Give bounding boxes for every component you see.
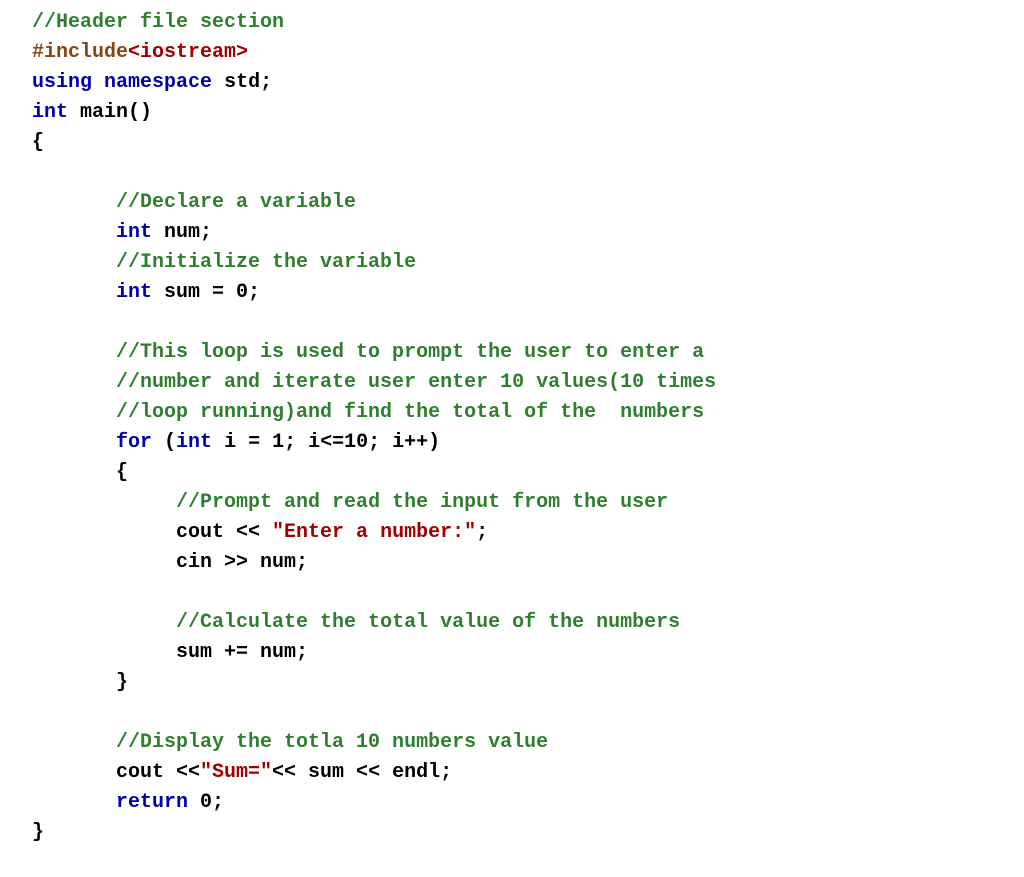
code-token: int bbox=[116, 281, 152, 304]
code-line: //Prompt and read the input from the use… bbox=[32, 488, 992, 518]
code-token: ; bbox=[476, 521, 488, 544]
code-block: //Header file section#include<iostream>u… bbox=[32, 8, 992, 848]
code-line: using namespace std; bbox=[32, 68, 992, 98]
code-line: cout <<"Sum="<< sum << endl; bbox=[32, 758, 992, 788]
code-line: for (int i = 1; i<=10; i++) bbox=[32, 428, 992, 458]
code-token: int bbox=[32, 101, 68, 124]
code-token: using bbox=[32, 71, 92, 94]
code-token: sum = 0; bbox=[152, 281, 260, 304]
code-token: return bbox=[116, 791, 188, 814]
code-token: #include bbox=[32, 41, 128, 64]
code-token: main() bbox=[68, 101, 152, 124]
code-token: //Initialize the variable bbox=[116, 251, 416, 274]
code-line bbox=[32, 578, 992, 608]
code-snippet: //Header file section#include<iostream>u… bbox=[32, 8, 992, 848]
code-token: { bbox=[116, 461, 128, 484]
code-token: cin >> num; bbox=[176, 551, 308, 574]
code-token: << sum << endl; bbox=[272, 761, 452, 784]
code-token: "Enter a number:" bbox=[272, 521, 476, 544]
code-line: //loop running)and find the total of the… bbox=[32, 398, 992, 428]
code-token: //number and iterate user enter 10 value… bbox=[116, 371, 716, 394]
code-line: //This loop is used to prompt the user t… bbox=[32, 338, 992, 368]
code-token: namespace bbox=[104, 71, 212, 94]
code-token: num; bbox=[152, 221, 212, 244]
code-token: for bbox=[116, 431, 152, 454]
code-token: int bbox=[176, 431, 212, 454]
code-token: //Header file section bbox=[32, 11, 284, 34]
code-line: cin >> num; bbox=[32, 548, 992, 578]
code-token: { bbox=[32, 131, 44, 154]
code-token: int bbox=[116, 221, 152, 244]
code-token bbox=[92, 71, 104, 94]
code-line: cout << "Enter a number:"; bbox=[32, 518, 992, 548]
code-line: } bbox=[32, 818, 992, 848]
code-line: //number and iterate user enter 10 value… bbox=[32, 368, 992, 398]
code-line: int sum = 0; bbox=[32, 278, 992, 308]
code-line: int main() bbox=[32, 98, 992, 128]
code-token: cout << bbox=[176, 521, 272, 544]
code-line: { bbox=[32, 128, 992, 158]
code-line: //Calculate the total value of the numbe… bbox=[32, 608, 992, 638]
code-line: //Display the totla 10 numbers value bbox=[32, 728, 992, 758]
code-line: int num; bbox=[32, 218, 992, 248]
code-line bbox=[32, 308, 992, 338]
code-token: //Declare a variable bbox=[116, 191, 356, 214]
code-line bbox=[32, 698, 992, 728]
code-token: //loop running)and find the total of the… bbox=[116, 401, 704, 424]
code-token: cout << bbox=[116, 761, 200, 784]
code-token: } bbox=[32, 821, 44, 844]
code-token: "Sum=" bbox=[200, 761, 272, 784]
code-line: return 0; bbox=[32, 788, 992, 818]
code-line: //Initialize the variable bbox=[32, 248, 992, 278]
code-token: std; bbox=[212, 71, 272, 94]
code-token: 0; bbox=[188, 791, 224, 814]
code-token: sum += num; bbox=[176, 641, 308, 664]
code-token: //Calculate the total value of the numbe… bbox=[176, 611, 680, 634]
code-line: sum += num; bbox=[32, 638, 992, 668]
code-token: //Display the totla 10 numbers value bbox=[116, 731, 548, 754]
code-line: { bbox=[32, 458, 992, 488]
code-token: //Prompt and read the input from the use… bbox=[176, 491, 668, 514]
code-token: i = 1; i<=10; i++) bbox=[212, 431, 440, 454]
code-line: //Header file section bbox=[32, 8, 992, 38]
code-line: //Declare a variable bbox=[32, 188, 992, 218]
code-line: } bbox=[32, 668, 992, 698]
code-token: ( bbox=[152, 431, 176, 454]
code-line: #include<iostream> bbox=[32, 38, 992, 68]
code-token: } bbox=[116, 671, 128, 694]
code-token: <iostream> bbox=[128, 41, 248, 64]
code-line bbox=[32, 158, 992, 188]
code-token: //This loop is used to prompt the user t… bbox=[116, 341, 704, 364]
